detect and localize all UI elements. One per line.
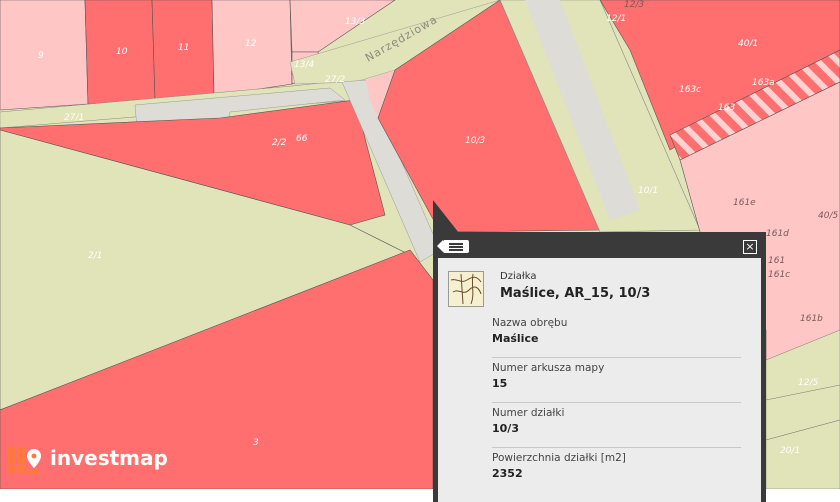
label-10-3: 10/3: [465, 136, 485, 146]
field-label: Powierzchnia działki [m2]: [492, 452, 626, 464]
field-label: Nazwa obrębu: [492, 317, 568, 329]
parcel-map-icon: [448, 271, 484, 307]
label-13-3: 13/3: [345, 17, 365, 27]
label-66: 66: [296, 134, 308, 144]
field-arkusz: Numer arkusza mapy 15: [492, 358, 741, 403]
label-12: 12: [245, 39, 257, 49]
field-dzialka: Numer działki 10/3: [492, 403, 741, 448]
field-value: Maślice: [492, 332, 539, 345]
label-3: 3: [253, 438, 259, 448]
label-20-1: 20/1: [780, 446, 800, 456]
field-powierzchnia: Powierzchnia działki [m2] 2352: [492, 448, 741, 492]
popup-body: Działka Maślice, AR_15, 10/3 Nazwa obręb…: [433, 258, 766, 502]
popup-kind: Działka: [500, 271, 537, 282]
label-161e: 161e: [733, 198, 756, 208]
investmap-logo: investmap: [8, 446, 168, 479]
label-13-4: 13/4: [294, 60, 314, 70]
field-value: 15: [492, 377, 508, 390]
field-obreb: Nazwa obrębu Maślice: [492, 313, 741, 358]
label-40-5: 40/5: [818, 211, 838, 221]
label-11: 11: [178, 43, 189, 53]
popup-header: ×: [433, 232, 766, 258]
label-163a: 163a: [752, 78, 775, 88]
label-9: 9: [38, 51, 44, 61]
info-popup: × Działka Maślice, AR_15, 10/3 Nazwa obr…: [433, 232, 766, 502]
label-40-1: 40/1: [738, 39, 758, 49]
logo-text: investmap: [50, 446, 168, 470]
label-161c: 161c: [768, 270, 790, 280]
field-value: 2352: [492, 467, 523, 480]
label-12-1: 12/1: [606, 14, 626, 24]
label-10: 10: [116, 47, 128, 57]
label-12-5: 12/5: [798, 378, 818, 388]
menu-list-icon[interactable]: [437, 240, 469, 253]
field-label: Numer arkusza mapy: [492, 362, 605, 374]
label-2-1: 2/1: [88, 251, 102, 261]
label-2-2: 2/2: [272, 138, 287, 148]
label-163c: 163c: [679, 85, 701, 95]
label-27-2: 27/2: [325, 75, 345, 85]
close-icon[interactable]: ×: [743, 240, 757, 254]
label-10-1: 10/1: [638, 186, 658, 196]
label-27-1: 27/1: [64, 113, 84, 123]
field-label: Numer działki: [492, 407, 565, 419]
label-161: 161: [768, 256, 785, 266]
label-12-3: 12/3: [624, 0, 644, 10]
popup-title: Maślice, AR_15, 10/3: [500, 286, 651, 301]
popup-pointer: [433, 200, 459, 233]
parcel-9[interactable]: [0, 0, 89, 111]
field-value: 10/3: [492, 422, 519, 435]
label-161d: 161d: [766, 229, 789, 239]
label-163: 163: [718, 103, 735, 113]
label-161b: 161b: [800, 314, 823, 324]
logo-mark-icon: [8, 447, 41, 474]
